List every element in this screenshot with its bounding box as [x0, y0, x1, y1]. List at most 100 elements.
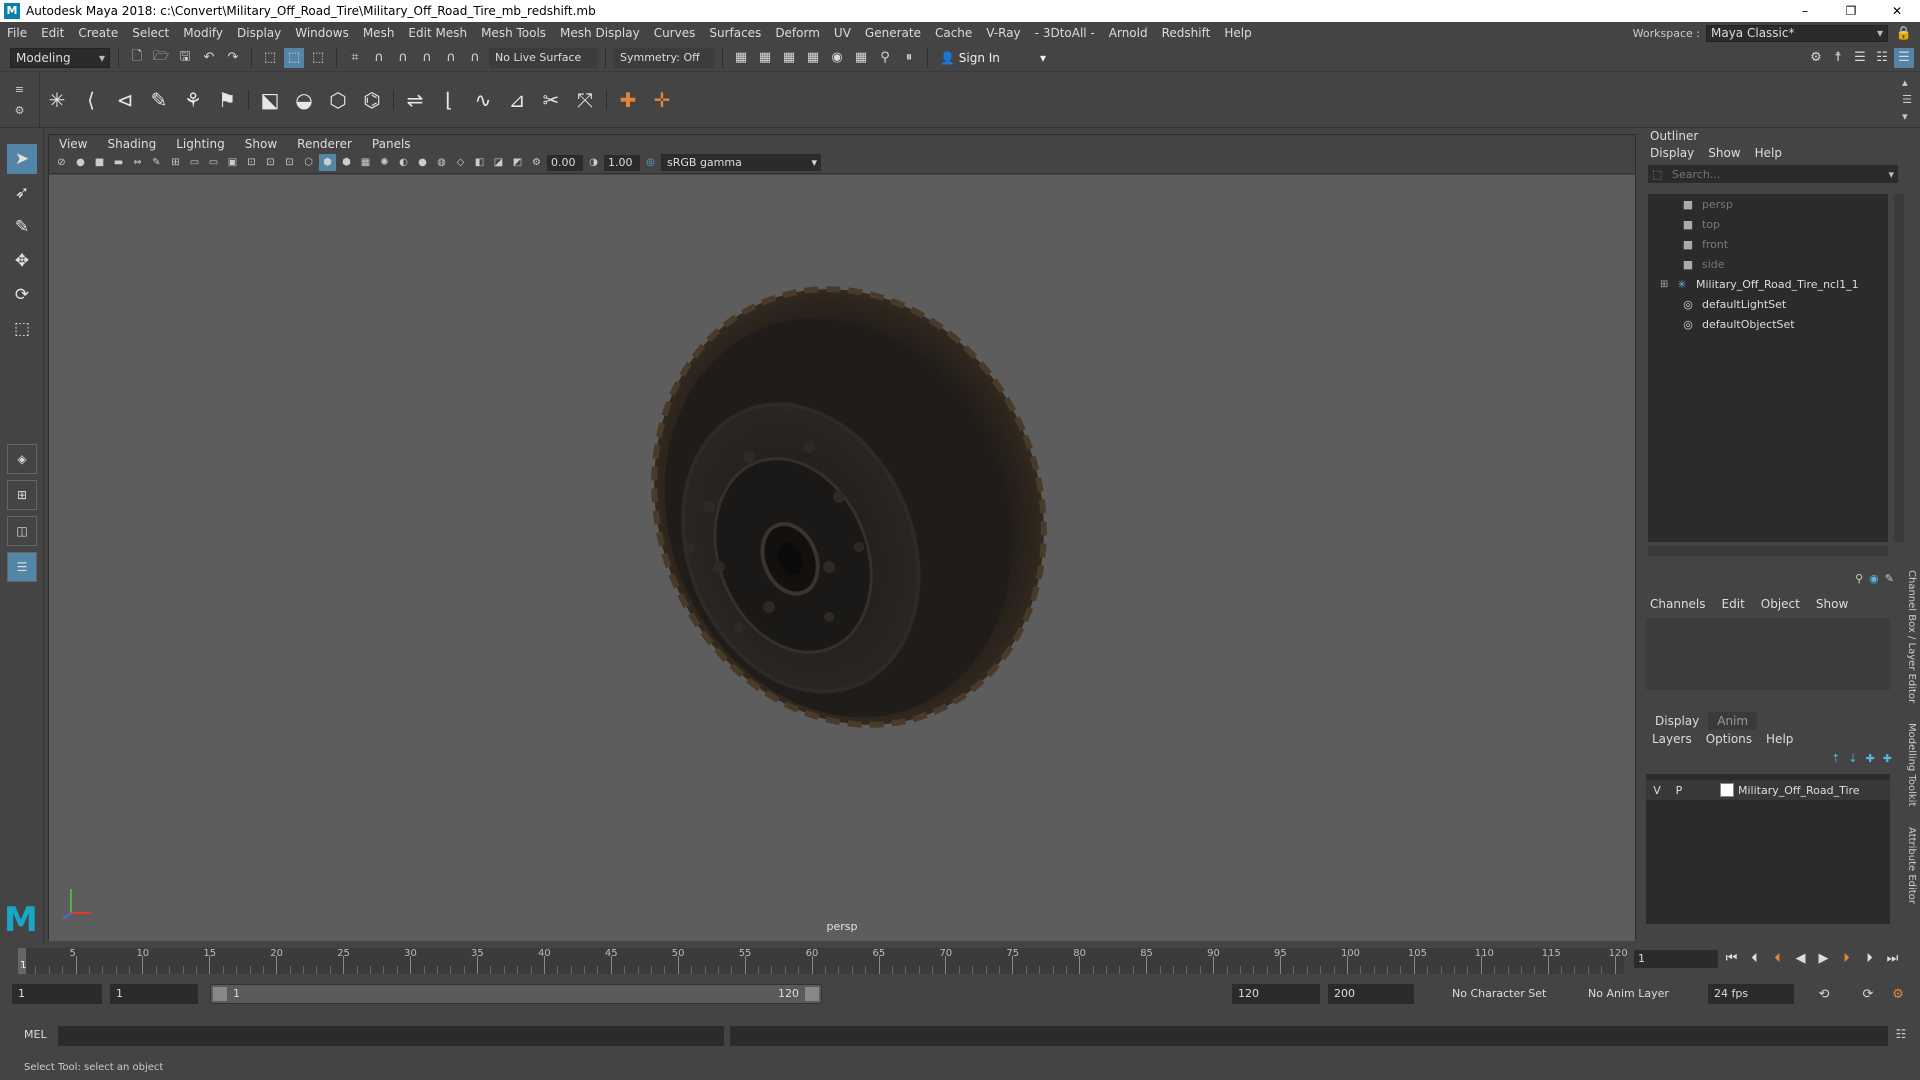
extrude-icon[interactable]: ⇌	[398, 80, 432, 120]
grease-pencil-icon[interactable]: ✎	[148, 154, 165, 171]
ambient-occlusion-icon[interactable]: ●	[414, 154, 431, 171]
playback-range-bar[interactable]: 1 120	[210, 984, 822, 1004]
use-all-lights-icon[interactable]: ✺	[376, 154, 393, 171]
play-forward-icon[interactable]: ▶	[1814, 948, 1833, 970]
outliner-horizontal-scrollbar[interactable]	[1648, 546, 1888, 556]
render-settings-icon[interactable]: ▦	[803, 48, 823, 68]
auto-key-icon[interactable]: ⟳	[1858, 984, 1878, 1004]
layer-name[interactable]: Military_Off_Road_Tire	[1738, 784, 1860, 797]
bevel-icon[interactable]: ⌊	[432, 80, 466, 120]
menu-edit-mesh[interactable]: Edit Mesh	[401, 26, 474, 40]
menu-arnold[interactable]: Arnold	[1102, 26, 1155, 40]
step-forward-frame-icon[interactable]: ⏵	[1837, 948, 1856, 970]
channel-filter-icon[interactable]: ⚲	[1855, 572, 1863, 585]
menu-windows[interactable]: Windows	[288, 26, 356, 40]
open-scene-icon[interactable]: 🗁	[151, 48, 171, 68]
current-frame-field[interactable]: 1	[1634, 950, 1718, 968]
render-setup-icon[interactable]: ▦	[851, 48, 871, 68]
render-view-icon[interactable]: ▦	[731, 48, 751, 68]
shelf-menu-icon[interactable]: ≡	[15, 83, 24, 96]
polygon-cube-icon[interactable]: ⬕	[253, 80, 287, 120]
motion-blur-icon[interactable]: ◍	[433, 154, 450, 171]
viewport-menu-show[interactable]: Show	[235, 137, 287, 151]
menu-generate[interactable]: Generate	[858, 26, 928, 40]
menu-surfaces[interactable]: Surfaces	[702, 26, 768, 40]
go-to-start-icon[interactable]: ⏮	[1722, 948, 1741, 970]
command-input[interactable]	[58, 1026, 724, 1046]
snap-point-icon[interactable]: ∩	[393, 48, 413, 68]
ep-curve-tool-icon[interactable]: ⊲	[108, 80, 142, 120]
outliner-vertical-scrollbar[interactable]	[1894, 194, 1904, 542]
pause-render-icon[interactable]: ⏸	[899, 48, 919, 68]
viewport-menu-lighting[interactable]: Lighting	[166, 137, 235, 151]
chevron-down-icon[interactable]: ▾	[1888, 168, 1894, 181]
layer-visibility-toggle[interactable]: V	[1646, 784, 1668, 797]
gamma-field[interactable]: 1.00	[604, 154, 640, 171]
textured-icon[interactable]: ▦	[357, 154, 374, 171]
image-plane-icon[interactable]: ▬	[110, 154, 127, 171]
menu-mesh[interactable]: Mesh	[356, 26, 402, 40]
exposure-icon[interactable]: ⚙	[528, 154, 545, 171]
render-frame-icon[interactable]: ▦	[755, 48, 775, 68]
2d-pan-zoom-icon[interactable]: ⇔	[129, 154, 146, 171]
layer-color-swatch[interactable]	[1720, 783, 1734, 797]
channel-box-icon[interactable]: ☰	[1894, 47, 1914, 68]
color-management-icon[interactable]: ◎	[642, 154, 659, 171]
outliner-item-default-light-set[interactable]: ◎ defaultLightSet	[1648, 294, 1888, 314]
side-tab-attribute-editor[interactable]: Attribute Editor	[1906, 827, 1917, 904]
outliner-menu-help[interactable]: Help	[1755, 144, 1782, 162]
channel-menu-show[interactable]: Show	[1816, 594, 1848, 614]
redo-icon[interactable]: ↷	[223, 48, 243, 68]
field-chart-icon[interactable]: ⊡	[243, 154, 260, 171]
filter-icon[interactable]: ⬚	[1652, 168, 1662, 181]
menu-redshift[interactable]: Redshift	[1155, 26, 1218, 40]
menu-mesh-display[interactable]: Mesh Display	[553, 26, 647, 40]
view-transform-dropdown[interactable]: sRGB gamma ▾	[661, 154, 821, 171]
undo-icon[interactable]: ↶	[199, 48, 219, 68]
menu-create[interactable]: Create	[71, 26, 125, 40]
playback-end-field[interactable]: 120	[1232, 984, 1320, 1004]
camera-select-icon[interactable]: ⊘	[53, 154, 70, 171]
single-perspective-view-icon[interactable]: ◈	[7, 444, 37, 474]
layer-menu-layers[interactable]: Layers	[1652, 730, 1692, 748]
select-tool-icon[interactable]: ➤	[7, 144, 37, 174]
anti-aliasing-icon[interactable]: ◇	[452, 154, 469, 171]
grid-toggle-icon[interactable]: ⊞	[167, 154, 184, 171]
multi-cut-icon[interactable]: ✂	[534, 80, 568, 120]
xray-joints-icon[interactable]: ◩	[509, 154, 526, 171]
menu-file[interactable]: File	[0, 26, 34, 40]
animation-prefs-icon[interactable]: ⚙	[1888, 984, 1908, 1004]
bezier-curve-icon[interactable]: ⚘	[176, 80, 210, 120]
menu-edit[interactable]: Edit	[34, 26, 71, 40]
resolution-gate-icon[interactable]: ▭	[205, 154, 222, 171]
viewport-menu-shading[interactable]: Shading	[97, 137, 166, 151]
light-editor-icon[interactable]: ⚲	[875, 48, 895, 68]
shelf-options-icon[interactable]: ☰	[1902, 93, 1912, 106]
outliner-item-side[interactable]: ■ side	[1648, 254, 1888, 274]
rotate-tool-icon[interactable]: ⟳	[7, 280, 37, 310]
play-backward-icon[interactable]: ◀	[1791, 948, 1810, 970]
move-layer-down-icon[interactable]: ⇣	[1848, 752, 1857, 765]
sign-in-button[interactable]: 👤 Sign In ▾	[936, 48, 1050, 68]
exposure-field[interactable]: 0.00	[547, 154, 583, 171]
lasso-tool-icon[interactable]: ➶	[7, 178, 37, 208]
menu-display[interactable]: Display	[230, 26, 288, 40]
move-tool-icon[interactable]: ✥	[7, 246, 37, 276]
menu-curves[interactable]: Curves	[647, 26, 703, 40]
viewport-menu-panels[interactable]: Panels	[362, 137, 421, 151]
channel-menu-object[interactable]: Object	[1761, 594, 1800, 614]
ipr-render-icon[interactable]: ▦	[779, 48, 799, 68]
safe-action-icon[interactable]: ⊡	[262, 154, 279, 171]
menu-3dtoall[interactable]: - 3DtoAll -	[1028, 26, 1102, 40]
polygon-cylinder-icon[interactable]: ⌬	[355, 80, 389, 120]
workspace-dropdown[interactable]: Maya Classic*	[1706, 24, 1888, 42]
outliner-item-top[interactable]: ■ top	[1648, 214, 1888, 234]
step-forward-key-icon[interactable]: ⏵	[1860, 948, 1879, 970]
tool-settings-icon[interactable]: ☷	[1872, 48, 1892, 68]
outliner-item-front[interactable]: ■ front	[1648, 234, 1888, 254]
script-editor-icon[interactable]: ☷	[1892, 1027, 1910, 1045]
outliner-item-persp[interactable]: ■ persp	[1648, 194, 1888, 214]
channel-menu-edit[interactable]: Edit	[1722, 594, 1745, 614]
chevron-up-icon[interactable]: ▴	[1902, 76, 1912, 89]
layer-row[interactable]: V P Military_Off_Road_Tire	[1646, 780, 1890, 800]
